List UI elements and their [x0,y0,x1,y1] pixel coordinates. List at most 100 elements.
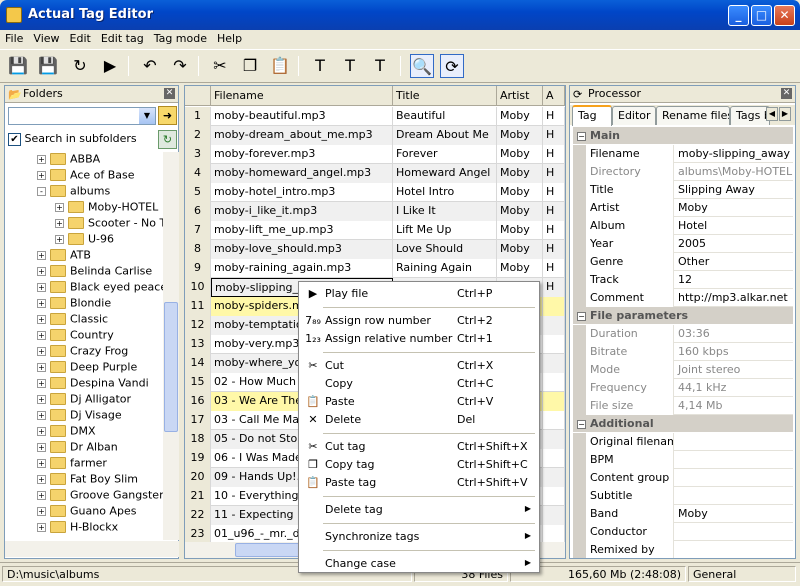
cell-filename[interactable]: moby-i_like_it.mp3 [211,202,393,221]
processor-icon[interactable]: ⟳ [440,54,464,78]
chevron-right-icon[interactable]: ▶ [779,107,791,121]
property-row[interactable]: Track 12 [573,271,793,289]
expand-toggle-icon[interactable]: + [37,346,46,356]
cell-a[interactable]: H [543,202,565,221]
property-row[interactable]: File size 4,14 Mb [573,397,793,415]
refresh-tree-icon[interactable]: ↻ [158,130,177,149]
cell-artist[interactable]: Moby [497,240,543,259]
property-category[interactable]: − File parameters [573,307,793,325]
folders-close-icon[interactable]: ✕ [164,88,175,99]
cell-filename[interactable]: moby-dream_about_me.mp3 [211,126,393,145]
expand-toggle-icon[interactable]: + [37,490,46,500]
property-row[interactable]: Original filename [573,433,793,451]
property-value[interactable]: 2005 [675,235,793,253]
expand-toggle-icon[interactable]: + [37,282,46,292]
tree-node[interactable]: + ATB [37,248,91,264]
table-row[interactable]: 9 moby-raining_again.mp3 Raining Again Moby… [185,259,565,278]
column-header[interactable]: A [543,86,565,106]
property-row[interactable]: BPM [573,451,793,469]
tab-tag[interactable]: Tag [572,105,612,126]
expand-toggle-icon[interactable]: + [37,266,46,276]
expand-toggle-icon[interactable]: + [37,154,46,164]
expand-toggle-icon[interactable]: + [37,394,46,404]
cell-artist[interactable]: Moby [497,145,543,164]
minimize-button[interactable]: _ [728,5,749,26]
property-value[interactable]: Moby [675,505,793,523]
menu-help[interactable]: Help [212,30,247,47]
tree-node[interactable]: + DMX [37,424,96,440]
expand-toggle-icon[interactable]: + [37,474,46,484]
column-header[interactable]: Title [393,86,497,106]
cell-a[interactable] [543,392,565,411]
menu-cut-tag[interactable]: ✂ Cut tag Ctrl+Shift+X [301,438,537,456]
menu-assign-row-number[interactable]: 7₈₉ Assign row number Ctrl+2 [301,312,537,330]
search-subfolders-row[interactable]: ✔ Search in subfolders [8,132,178,148]
search-subfolders-checkbox[interactable]: ✔ [8,132,21,146]
property-category[interactable]: − Additional [573,415,793,433]
cell-artist[interactable]: Moby [497,202,543,221]
menu-synchronize-tags[interactable]: Synchronize tags ▶ [301,528,537,546]
tree-node[interactable]: + Dj Alligator [37,392,131,408]
cell-title[interactable]: Beautiful [393,107,497,126]
cell-a[interactable]: H [543,183,565,202]
tab-rename-files[interactable]: Rename files [656,106,730,125]
menu-delete[interactable]: ✕ Delete Del [301,411,537,429]
property-value[interactable] [675,469,793,487]
collapse-icon[interactable]: − [577,131,586,141]
paste-icon[interactable]: 📋 [268,54,292,78]
save-all-icon[interactable]: 💾 [36,54,60,78]
property-row[interactable]: Directory albums\Moby-HOTEL [573,163,793,181]
cell-a[interactable] [543,430,565,449]
cell-a[interactable] [543,411,565,430]
table-row[interactable]: 5 moby-hotel_intro.mp3 Hotel Intro Moby H [185,183,565,202]
cell-artist[interactable]: Moby [497,164,543,183]
cell-filename[interactable]: moby-forever.mp3 [211,145,393,164]
cell-a[interactable] [543,468,565,487]
tree-node[interactable]: + Dr Alban [37,440,118,456]
tree-horizontal-scrollbar[interactable] [5,541,179,557]
scroll-thumb[interactable] [164,302,178,432]
expand-toggle-icon[interactable]: + [55,218,64,228]
cell-a[interactable]: H [543,259,565,278]
property-row[interactable]: Conductor [573,523,793,541]
cell-filename[interactable]: moby-raining_again.mp3 [211,259,393,278]
cell-a[interactable] [543,354,565,373]
cell-artist[interactable]: Moby [497,259,543,278]
property-category[interactable]: − Main [573,127,793,145]
copy-icon[interactable]: ❐ [238,54,262,78]
cell-a[interactable]: H [543,240,565,259]
copy-tag-icon[interactable]: T [338,54,362,78]
collapse-icon[interactable]: − [577,311,586,321]
menu-edit[interactable]: Edit [65,30,96,47]
tree-node[interactable]: + Despina Vandi [37,376,149,392]
table-row[interactable]: 1 moby-beautiful.mp3 Beautiful Moby H [185,107,565,126]
cell-a[interactable]: H [543,164,565,183]
property-row[interactable]: Mode Joint stereo [573,361,793,379]
property-value[interactable] [675,541,793,558]
expand-toggle-icon[interactable]: + [55,202,64,212]
column-header[interactable] [185,86,211,106]
menu-view[interactable]: View [28,30,64,47]
cell-title[interactable]: Hotel Intro [393,183,497,202]
property-row[interactable]: Album Hotel [573,217,793,235]
tree-node[interactable]: + U-96 [55,232,114,248]
cell-artist[interactable]: Moby [497,107,543,126]
expand-toggle-icon[interactable]: + [37,442,46,452]
redo-icon[interactable]: ↷ [168,54,192,78]
cell-a[interactable] [543,297,565,316]
cell-a[interactable] [543,449,565,468]
cell-a[interactable] [543,316,565,335]
property-row[interactable]: Artist Moby [573,199,793,217]
property-value[interactable]: 12 [675,271,793,289]
chevron-down-icon[interactable]: ▼ [139,108,155,124]
table-row[interactable]: 2 moby-dream_about_me.mp3 Dream About Me Mo… [185,126,565,145]
tree-node[interactable]: + Black eyed peace [37,280,163,296]
cell-title[interactable]: Dream About Me [393,126,497,145]
property-row[interactable]: Duration 03:36 [573,325,793,343]
property-row[interactable]: Subtitle [573,487,793,505]
menu-copy-tag[interactable]: ❐ Copy tag Ctrl+Shift+C [301,456,537,474]
maximize-button[interactable]: □ [751,5,772,26]
table-row[interactable]: 4 moby-homeward_angel.mp3 Homeward Angel Mo… [185,164,565,183]
paste-tag-icon[interactable]: T [368,54,392,78]
tree-node[interactable]: + farmer [37,456,107,472]
